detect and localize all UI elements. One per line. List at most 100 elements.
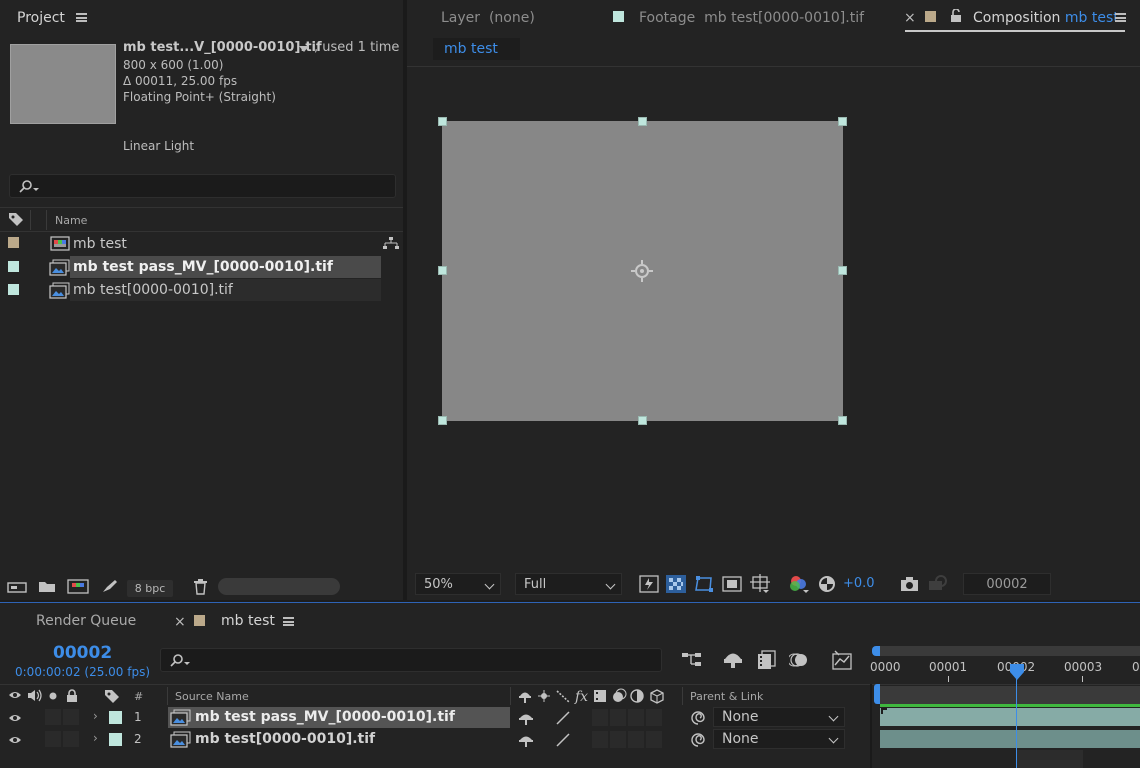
audio-header-icon[interactable] — [27, 689, 43, 702]
show-snapshot-icon[interactable] — [927, 574, 947, 594]
tab-layer[interactable]: Layer (none) — [441, 10, 535, 26]
project-panel-menu-icon[interactable] — [76, 13, 87, 22]
work-area-bar[interactable] — [876, 646, 1140, 656]
work-area-start-handle[interactable] — [872, 646, 880, 656]
trash-icon[interactable] — [193, 578, 208, 595]
project-item-row[interactable]: mb test pass_MV_[0000-0010].tif — [0, 256, 403, 278]
layer-label-swatch[interactable] — [109, 711, 122, 724]
bit-depth-button[interactable]: 8 bpc — [127, 580, 173, 597]
solo-header-icon[interactable] — [49, 692, 57, 700]
lock-open-icon[interactable] — [950, 9, 962, 23]
pick-whip-icon[interactable] — [690, 732, 706, 748]
close-timeline-tab-icon[interactable]: × — [174, 614, 186, 630]
timeline-current-time[interactable]: 00002 — [53, 643, 112, 663]
pick-whip-icon[interactable] — [690, 710, 706, 726]
transform-handle[interactable] — [438, 117, 447, 126]
video-visibility-header-icon[interactable] — [8, 690, 22, 700]
interpret-footage-icon[interactable] — [7, 580, 27, 594]
transform-handle[interactable] — [838, 266, 847, 275]
shy-switch-icon[interactable] — [518, 710, 534, 726]
layer-duration-bar[interactable] — [880, 708, 1140, 726]
project-search-input[interactable] — [9, 174, 396, 198]
layer-switch-boxes[interactable] — [592, 709, 664, 726]
project-settings-icon[interactable] — [101, 578, 119, 594]
snapshot-camera-icon[interactable] — [900, 576, 919, 592]
timeline-layer-row[interactable]: › 2 mb test[0000-0010].tif None — [0, 729, 870, 750]
label-color-swatch[interactable] — [8, 284, 19, 295]
tab-footage[interactable]: Footage mb test[0000-0010].tif — [639, 10, 864, 26]
label-color-swatch[interactable] — [8, 237, 19, 248]
tab-render-queue[interactable]: Render Queue — [36, 613, 136, 629]
layer-source-name[interactable]: mb test[0000-0010].tif — [195, 731, 375, 747]
exposure-value[interactable]: +0.0 — [843, 576, 875, 591]
project-item-row[interactable]: mb test — [0, 233, 403, 255]
transform-handle[interactable] — [438, 416, 447, 425]
parent-dropdown[interactable]: None — [713, 729, 845, 749]
composition-flowchart-icon[interactable] — [681, 651, 703, 669]
layer-duration-bar[interactable] — [880, 730, 1140, 748]
transform-handle[interactable] — [438, 266, 447, 275]
timeline-layer-row[interactable]: › 1 mb test pass_MV_[0000-0010].tif None — [0, 707, 870, 728]
timeline-search-input[interactable] — [160, 648, 662, 672]
current-time-field[interactable]: 00002 — [963, 573, 1051, 595]
new-folder-icon[interactable] — [38, 579, 56, 593]
layer-switch-boxes[interactable] — [592, 731, 664, 748]
label-tag-icon[interactable] — [8, 211, 24, 227]
expand-layer-arrow[interactable]: › — [93, 709, 98, 723]
fast-previews-icon[interactable] — [639, 575, 659, 593]
shy-switch-icon[interactable] — [518, 732, 534, 748]
tab-timeline-comp[interactable]: mb test — [221, 613, 275, 629]
transform-handle[interactable] — [638, 117, 647, 126]
graph-editor-icon[interactable] — [831, 650, 853, 670]
zoom-dropdown[interactable]: 50% — [415, 573, 501, 595]
project-horizontal-scrollbar[interactable] — [218, 578, 340, 595]
column-header-parent-link[interactable]: Parent & Link — [690, 690, 763, 703]
viewer-panel-menu-icon[interactable] — [1115, 13, 1126, 22]
quality-switch-icon[interactable] — [556, 733, 570, 747]
resolution-dropdown[interactable]: Full — [515, 573, 622, 595]
parent-dropdown[interactable]: None — [713, 707, 845, 727]
item-usage-dropdown-icon[interactable] — [298, 45, 310, 53]
composition-navigator-chip[interactable]: mb test — [433, 38, 520, 60]
grid-guide-options-icon[interactable] — [749, 574, 771, 594]
column-header-number[interactable]: # — [134, 690, 143, 703]
label-header-icon[interactable] — [104, 688, 120, 704]
selected-item-usage: , used 1 time — [314, 40, 400, 55]
active-tab-underline — [905, 30, 1125, 32]
anchor-point-icon[interactable] — [630, 259, 654, 283]
new-composition-icon[interactable] — [67, 579, 89, 594]
selected-item-duration: Δ 00011, 25.00 fps — [123, 74, 238, 88]
video-visibility-icon[interactable] — [8, 735, 22, 745]
transform-handle[interactable] — [838, 117, 847, 126]
transform-handle[interactable] — [838, 416, 847, 425]
transform-handle[interactable] — [638, 416, 647, 425]
project-item-row[interactable]: mb test[0000-0010].tif — [0, 279, 403, 301]
quality-switch-icon[interactable] — [556, 711, 570, 725]
column-header-source-name[interactable]: Source Name — [175, 690, 249, 703]
current-time-indicator[interactable] — [1016, 678, 1017, 768]
transparency-grid-icon[interactable] — [666, 575, 686, 593]
column-header-name[interactable]: Name — [55, 214, 87, 227]
lock-header-icon[interactable] — [65, 689, 79, 702]
time-navigator-start-handle[interactable] — [874, 684, 880, 704]
region-of-interest-icon[interactable] — [722, 575, 742, 593]
reset-exposure-icon[interactable] — [818, 575, 836, 593]
label-color-swatch[interactable] — [8, 261, 19, 272]
close-tab-icon[interactable]: × — [904, 10, 916, 26]
layer-label-swatch[interactable] — [109, 733, 122, 746]
timeline-navigator-bar[interactable] — [880, 686, 1140, 704]
rgb-channel-icon[interactable] — [788, 574, 810, 594]
shy-layers-icon[interactable] — [722, 649, 744, 669]
flowchart-icon[interactable] — [383, 236, 399, 250]
tab-composition-value: mb test — [1064, 10, 1119, 26]
video-visibility-icon[interactable] — [8, 713, 22, 723]
timeline-panel-menu-icon[interactable] — [283, 617, 294, 626]
expand-layer-arrow[interactable]: › — [93, 731, 98, 745]
mask-visibility-icon[interactable] — [694, 575, 714, 593]
playhead-icon[interactable] — [1009, 663, 1025, 681]
frame-blending-icon[interactable] — [757, 650, 777, 670]
layer-source-name[interactable]: mb test pass_MV_[0000-0010].tif — [195, 709, 455, 725]
tab-composition[interactable]: Composition mb test — [973, 10, 1119, 26]
project-panel-title[interactable]: Project — [17, 10, 65, 26]
motion-blur-icon[interactable] — [789, 651, 809, 669]
